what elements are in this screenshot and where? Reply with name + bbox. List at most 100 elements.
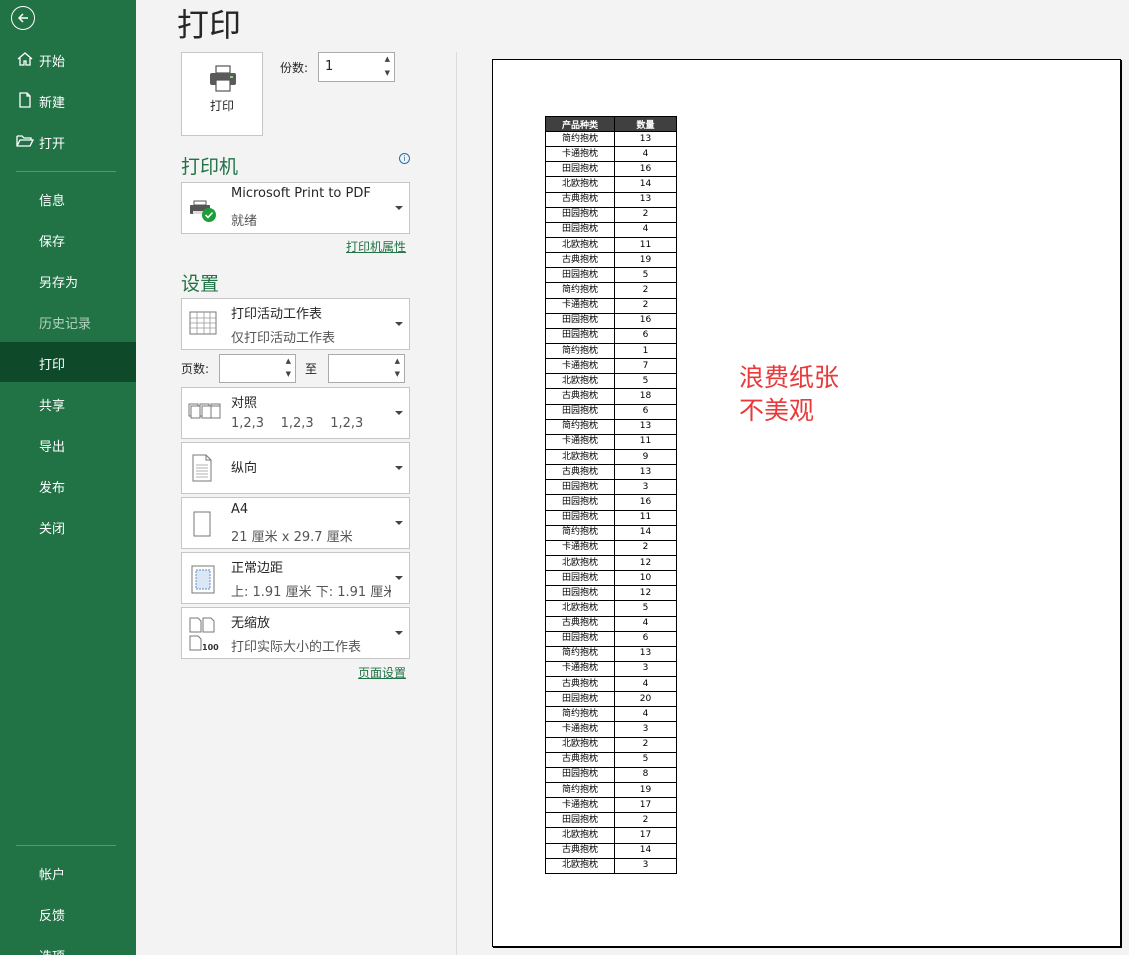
table-row: 北欧抱枕 12 — [545, 554, 677, 572]
table-row: 古典抱枕 4 — [545, 615, 677, 632]
nav-open[interactable]: 打开 — [0, 121, 136, 161]
page-from-stepper[interactable]: ▲ ▼ — [219, 354, 296, 383]
cell-quantity: 6 — [614, 403, 677, 420]
nav-share[interactable]: 共享 — [0, 383, 136, 423]
table-row: 田园抱枕 8 — [545, 766, 677, 784]
print-button-label: 打印 — [209, 99, 234, 113]
table-row: 田园抱枕 12 — [545, 585, 677, 602]
table-row: 北欧抱枕 5 — [545, 373, 677, 390]
cell-quantity: 19 — [614, 252, 677, 269]
back-arrow-icon[interactable] — [11, 6, 35, 30]
annotation-line-1: 浪费纸张 — [739, 363, 840, 392]
cell-product-type: 简约抱枕 — [545, 418, 615, 435]
cell-product-type: 卡通抱枕 — [545, 297, 615, 314]
nav-print[interactable]: 打印 — [0, 342, 136, 382]
chevron-down-icon — [395, 206, 403, 210]
nav-save[interactable]: 保存 — [0, 219, 136, 259]
cell-product-type: 卡通抱枕 — [545, 660, 615, 678]
home-icon — [17, 52, 33, 66]
nav-info[interactable]: 信息 — [0, 178, 136, 218]
paper-size-select[interactable]: A4 21 厘米 x 29.7 厘米 — [181, 497, 410, 549]
scope-title: 打印活动工作表 — [231, 307, 323, 322]
nav-feedback[interactable]: 反馈 — [0, 893, 136, 933]
scaling-title: 无缩放 — [231, 616, 271, 631]
cell-product-type: 北欧抱枕 — [545, 373, 615, 390]
print-button[interactable]: 打印 — [181, 52, 263, 136]
cell-product-type: 古典抱枕 — [545, 464, 615, 481]
cell-quantity: 16 — [614, 161, 677, 178]
cell-quantity: 10 — [614, 570, 677, 587]
table-row: 田园抱枕 16 — [545, 161, 677, 178]
page-setup-link[interactable]: 页面设置 — [358, 664, 406, 681]
stepper-down-icon[interactable]: ▼ — [286, 371, 291, 378]
table-body: 简约抱枕 13 卡通抱枕 4 田园抱枕 16 北欧抱枕 14 古典抱枕 13 田园抱枕 2 田园抱枕 4 北… — [545, 130, 677, 874]
settings-section-title: 设置 — [181, 273, 220, 295]
cell-quantity: 5 — [614, 751, 677, 768]
folder-open-icon — [16, 135, 34, 147]
table-row: 田园抱枕 11 — [545, 509, 677, 526]
printer-properties-link[interactable]: 打印机属性 — [346, 238, 406, 255]
nav-save-as[interactable]: 另存为 — [0, 260, 136, 300]
table-row: 卡通抱枕 2 — [545, 297, 677, 314]
nav-home[interactable]: 开始 — [0, 39, 136, 79]
cell-quantity: 12 — [614, 585, 677, 602]
chevron-down-icon — [395, 322, 403, 326]
panel-divider — [456, 52, 457, 955]
cell-product-type: 北欧抱枕 — [545, 554, 615, 572]
stepper-up-icon[interactable]: ▲ — [385, 56, 390, 63]
cell-product-type: 古典抱枕 — [545, 751, 615, 768]
cell-product-type: 古典抱枕 — [545, 191, 615, 208]
cell-quantity: 12 — [614, 554, 677, 572]
nav-export[interactable]: 导出 — [0, 424, 136, 464]
stepper-up-icon[interactable]: ▲ — [286, 358, 291, 365]
margins-select[interactable]: 正常边距 上: 1.91 厘米 下: 1.91 厘米... — [181, 552, 410, 604]
print-preview-page: 产品种类 数量 简约抱枕 13 卡通抱枕 4 田园抱枕 16 北欧抱枕 14 古典抱枕 13 田园抱… — [492, 59, 1121, 947]
cell-product-type: 田园抱枕 — [545, 494, 615, 511]
scaling-select[interactable]: 100 无缩放 打印实际大小的工作表 — [181, 607, 410, 659]
orientation-select[interactable]: 纵向 — [181, 442, 410, 494]
table-row: 简约抱枕 14 — [545, 524, 677, 541]
cell-quantity: 13 — [614, 645, 677, 662]
nav-label: 信息 — [39, 194, 66, 209]
cell-product-type: 古典抱枕 — [545, 615, 615, 632]
table-row: 卡通抱枕 2 — [545, 539, 677, 556]
info-icon[interactable]: i — [399, 153, 410, 164]
nav-label: 开始 — [39, 55, 66, 70]
nav-history[interactable]: 历史记录 — [0, 301, 136, 341]
paper-title: A4 — [231, 502, 249, 517]
cell-product-type: 北欧抱枕 — [545, 236, 615, 254]
nav-account[interactable]: 帐户 — [0, 852, 136, 892]
printer-select[interactable]: Microsoft Print to PDF 就绪 — [181, 182, 410, 234]
cell-product-type: 田园抱枕 — [545, 161, 615, 178]
cell-quantity: 4 — [614, 615, 677, 632]
cell-quantity: 20 — [614, 691, 677, 708]
collate-select[interactable]: 对照 1,2,3 1,2,3 1,2,3 — [181, 387, 410, 439]
nav-publish[interactable]: 发布 — [0, 465, 136, 505]
table-row: 古典抱枕 4 — [545, 676, 677, 693]
nav-new[interactable]: 新建 — [0, 80, 136, 120]
paper-size-icon — [193, 511, 211, 537]
print-scope-select[interactable]: 打印活动工作表 仅打印活动工作表 — [181, 298, 410, 350]
cell-quantity: 1 — [614, 342, 677, 360]
copies-stepper[interactable]: 1 ▲ ▼ — [318, 52, 395, 82]
nav-label: 打印 — [39, 358, 66, 373]
stepper-down-icon[interactable]: ▼ — [385, 70, 390, 77]
margins-sub: 上: 1.91 厘米 下: 1.91 厘米... — [231, 585, 391, 600]
table-row: 古典抱枕 18 — [545, 388, 677, 405]
collate-sub: 1,2,3 1,2,3 1,2,3 — [231, 416, 364, 431]
stepper-up-icon[interactable]: ▲ — [395, 358, 400, 365]
stepper-down-icon[interactable]: ▼ — [395, 371, 400, 378]
cell-quantity: 3 — [614, 479, 677, 496]
cell-quantity: 16 — [614, 494, 677, 511]
table-row: 卡通抱枕 4 — [545, 146, 677, 163]
nav-label: 选项 — [39, 946, 65, 955]
nav-options[interactable]: 选项 — [0, 934, 136, 955]
cell-quantity: 18 — [614, 388, 677, 405]
table-row: 田园抱枕 16 — [545, 312, 677, 329]
nav-close[interactable]: 关闭 — [0, 506, 136, 546]
page-to-stepper[interactable]: ▲ ▼ — [328, 354, 405, 383]
cell-product-type: 北欧抱枕 — [545, 736, 615, 753]
cell-quantity: 9 — [614, 448, 677, 466]
pages-label: 页数: — [181, 362, 210, 376]
cell-quantity: 19 — [614, 782, 677, 799]
